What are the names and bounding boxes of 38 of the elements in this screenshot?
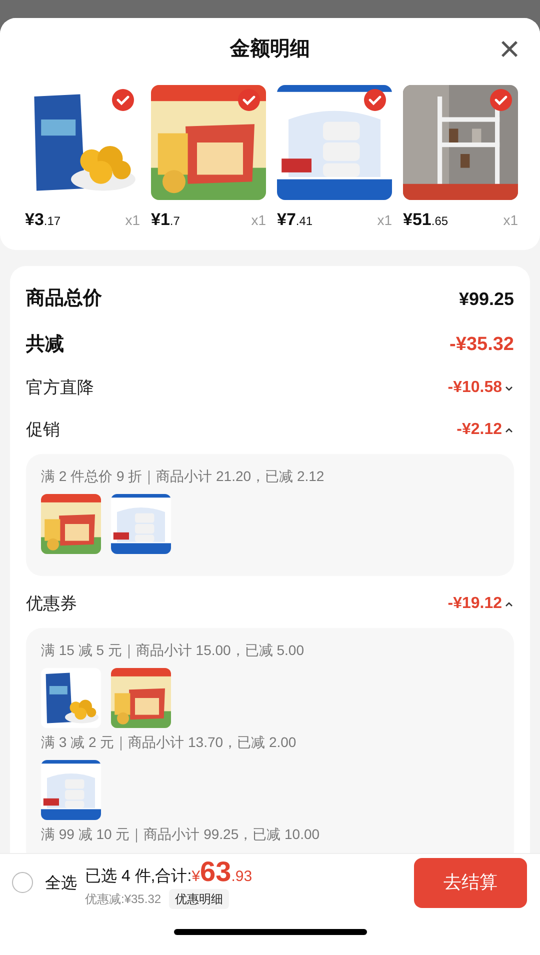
discount-detail-button[interactable]: 优惠明细 xyxy=(169,888,230,908)
detail-label: 优惠券 xyxy=(26,593,77,616)
quantity: x1 xyxy=(377,211,392,230)
detail-label: 促销 xyxy=(26,419,60,442)
close-button[interactable]: × xyxy=(498,34,520,64)
amount: ¥99.25 xyxy=(458,288,514,310)
select-all-label[interactable]: 全选 xyxy=(45,872,77,896)
select-all-radio[interactable] xyxy=(12,872,33,893)
checkmark-icon[interactable] xyxy=(364,89,386,111)
checkout-button[interactable]: 去结算 xyxy=(414,858,527,908)
expand-toggle[interactable]: -¥2.12 xyxy=(456,418,514,442)
expand-toggle[interactable]: -¥19.12 xyxy=(448,592,514,616)
quantity: x1 xyxy=(251,211,266,230)
quantity: x1 xyxy=(503,211,518,230)
total-amount: ¥63.93 xyxy=(192,856,252,888)
detail-label: 共减 xyxy=(26,332,64,357)
amount: -¥35.32 xyxy=(450,332,514,357)
amount: -¥2.12 xyxy=(456,420,502,440)
price: ¥51.65 xyxy=(403,209,448,231)
expand-toggle[interactable]: -¥10.58 xyxy=(448,376,514,400)
rule-text: 满 3 减 2 元｜商品小计 13.70，已减 2.00 xyxy=(41,733,298,752)
checkmark-icon[interactable] xyxy=(238,89,260,111)
quantity: x1 xyxy=(125,211,140,230)
summary-text: 已选 4 件,合计: xyxy=(85,866,192,886)
amount: -¥19.12 xyxy=(448,594,502,614)
checkmark-icon[interactable] xyxy=(112,89,134,111)
checkmark-icon[interactable] xyxy=(490,89,512,111)
price: ¥3.17 xyxy=(25,209,61,231)
rule-text: 满 99 减 10 元｜商品小计 99.25，已减 10.00 xyxy=(41,825,321,844)
detail-label: 商品总价 xyxy=(26,286,102,311)
detail-label: 官方直降 xyxy=(26,377,94,400)
discount-text: 优惠减:¥35.32 xyxy=(85,890,162,908)
rule-text: 满 15 减 5 元｜商品小计 15.00，已减 5.00 xyxy=(41,641,305,660)
price: ¥1.7 xyxy=(151,209,180,231)
price: ¥7.41 xyxy=(277,209,313,231)
amount: -¥10.58 xyxy=(448,378,502,398)
rule-text: 满 2 件总价 9 折｜商品小计 21.20，已减 2.12 xyxy=(41,467,326,486)
sheet-title: 金额明细 xyxy=(230,36,310,62)
